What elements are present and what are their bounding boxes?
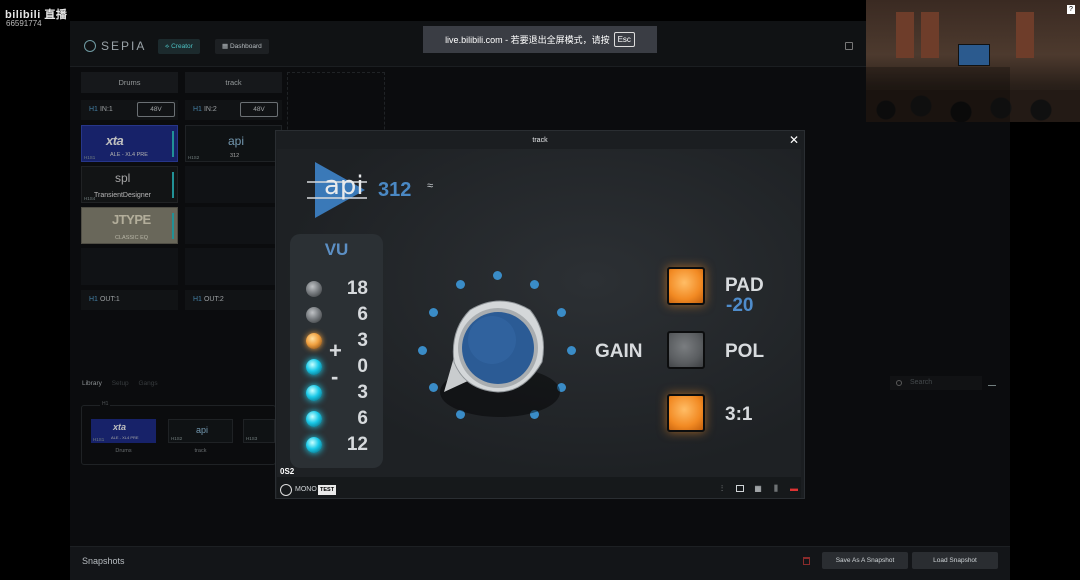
test-button[interactable]: TEST [318,485,337,495]
load-snapshot-button[interactable]: Load Snapshot [912,552,998,569]
fullscreen-toast: live.bilibili.com - 若要退出全屏模式，请按 Esc [423,26,657,53]
vu-led [306,333,322,349]
sepia-logo-icon [84,40,96,52]
app-logo[interactable]: SEPIA [84,39,146,53]
pad-label: PAD [725,275,764,296]
toast-text: live.bilibili.com - 若要退出全屏模式，请按 [445,35,610,45]
api-logo: api [307,160,377,225]
vu-led [306,307,322,323]
esc-key: Esc [613,32,635,47]
pad-value: -20 [726,295,754,316]
snapshots-title: Snapshots [82,556,125,566]
vu-scale-label: 3 [357,330,368,351]
window-icon[interactable] [736,485,744,492]
vu-led [306,359,322,375]
vu-scale-label: 6 [357,408,368,429]
polarity-button[interactable] [667,331,705,369]
vu-led [306,437,322,453]
close-icon[interactable]: ✕ [789,133,799,147]
grid-icon[interactable]: ▦ [754,485,762,493]
plus-sign: + [329,338,342,363]
vu-led [306,385,322,401]
save-snapshot-button[interactable]: Save As A Snapshot [822,552,908,569]
tab-creator[interactable]: ⟡ Creator [158,39,200,54]
plugin-model: 312 [378,179,412,201]
wave-icon: ≈ [427,180,434,192]
ratio-button[interactable] [667,394,705,432]
pol-label: POL [725,341,765,362]
minus-sign: - [331,364,339,389]
room-id: 66591774 [6,19,42,28]
mono-label: MONO [295,486,317,493]
modal-title: track [532,137,548,144]
vu-led [306,281,322,297]
vu-scale-label: 12 [346,434,368,455]
vu-led [306,411,322,427]
app-logo-text: SEPIA [101,39,147,53]
gain-label: GAIN [595,341,643,362]
ratio-label: 3:1 [725,404,753,425]
vu-scale-label: 3 [357,382,368,403]
sliders-icon[interactable]: ⫼ [772,485,780,493]
vu-scale-label: 6 [357,304,368,325]
vu-title: VU [324,240,349,259]
pad-button[interactable] [667,267,705,305]
trash-icon[interactable] [803,557,810,565]
mono-toggle[interactable] [280,484,292,496]
help-icon[interactable]: ? [1067,5,1075,14]
tab-dashboard[interactable]: ▦ Dashboard [215,39,269,54]
dashboard-icon: ▦ [222,43,230,50]
vu-scale-label: 0 [357,356,368,377]
plugin-slot-name: 0S2 [280,467,295,476]
gain-knob[interactable] [410,262,590,427]
trash-icon[interactable]: ▬ [790,485,798,493]
vu-scale-label: 18 [346,278,368,299]
lock-icon[interactable] [845,42,853,50]
waveform-icon[interactable]: ⫶ [718,485,726,493]
